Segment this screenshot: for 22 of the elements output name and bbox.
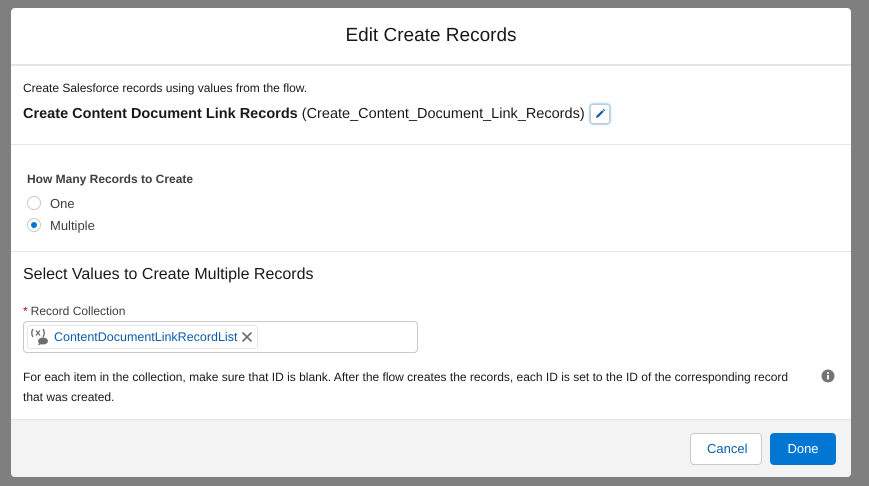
modal-title: Edit Create Records (345, 25, 517, 47)
section-title: Select Values to Create Multiple Records (23, 266, 315, 284)
cancel-button[interactable]: Cancel (690, 432, 762, 464)
radio-button[interactable] (27, 218, 41, 232)
field-label: Record Collection (30, 304, 126, 318)
variable-pill[interactable]: ContentDocumentLinkRecordList (27, 325, 258, 349)
element-label: Create Content Document Link Records (23, 106, 298, 122)
api-name: (Create_Content_Document_Link_Records) (302, 106, 585, 122)
description-text: Create Salesforce records using values from the flow. (23, 81, 308, 95)
done-button[interactable]: Done (770, 432, 836, 464)
pencil-icon (594, 108, 606, 120)
remove-icon[interactable] (241, 331, 254, 343)
record-collection-field[interactable]: ContentDocumentLinkRecordList (23, 321, 418, 353)
required-mark: * (23, 304, 28, 318)
radio-label: Multiple (50, 218, 95, 232)
radio-label: One (50, 196, 75, 210)
variable-icon (30, 328, 50, 346)
info-icon[interactable] (821, 369, 835, 383)
help-text: For each item in the collection, make sure that ID is blank. After the flow creates the records, each ID is set to the ID of the corresponding record that was created. (23, 369, 790, 406)
radio-group-label: How Many Records to Create (27, 172, 194, 186)
radio-button[interactable] (27, 196, 41, 210)
edit-button[interactable] (590, 104, 610, 124)
